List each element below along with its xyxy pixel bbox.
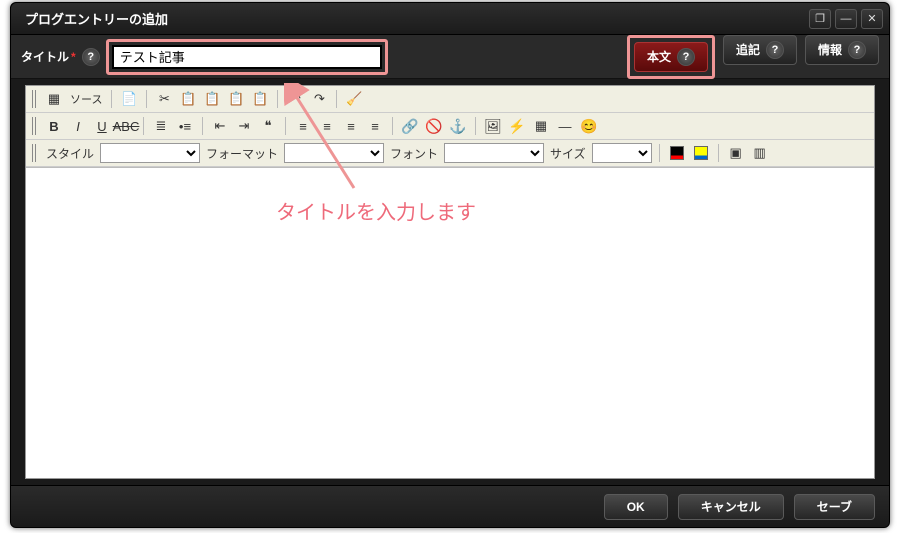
separator xyxy=(143,117,144,135)
ok-button[interactable]: OK xyxy=(604,494,668,520)
link-icon[interactable]: 🔗 xyxy=(400,116,420,136)
toolbar-grip xyxy=(32,144,38,162)
separator xyxy=(659,144,660,162)
help-icon[interactable]: ? xyxy=(766,41,784,59)
size-label: サイズ xyxy=(548,145,588,162)
italic-icon[interactable]: I xyxy=(68,116,88,136)
toolbar-row-3: スタイル フォーマット フォント サイズ ▣ ▥ xyxy=(26,140,874,167)
align-justify-icon[interactable]: ≡ xyxy=(365,116,385,136)
separator xyxy=(202,117,203,135)
title-label: タイトル * xyxy=(21,48,76,65)
close-button[interactable]: ✕ xyxy=(861,9,883,29)
style-select[interactable] xyxy=(100,143,200,163)
size-select[interactable] xyxy=(592,143,652,163)
outdent-icon[interactable]: ⇤ xyxy=(210,116,230,136)
format-label: フォーマット xyxy=(204,145,280,162)
help-icon[interactable]: ? xyxy=(677,48,695,66)
title-input[interactable] xyxy=(112,45,382,69)
separator xyxy=(475,117,476,135)
tab-note-label: 追記 xyxy=(736,41,760,58)
format-select[interactable] xyxy=(284,143,384,163)
tab-body[interactable]: 本文 ? xyxy=(634,42,708,72)
indent-icon[interactable]: ⇥ xyxy=(234,116,254,136)
form-row: タイトル * ? 本文 ? 追記 ? 情報 ? xyxy=(11,35,889,79)
richtext-editor: ▦ ソース 📄 ✂ 📋 📋 📋 📋 ↶ ↷ 🧹 B I U ABC ≣ •≡ xyxy=(25,85,875,479)
underline-icon[interactable]: U xyxy=(92,116,112,136)
dialog-footer: OK キャンセル セーブ xyxy=(11,485,889,527)
tab-body-highlight: 本文 ? xyxy=(627,35,715,79)
paste-icon[interactable]: 📋 xyxy=(202,89,222,109)
source-icon[interactable]: ▦ xyxy=(44,89,64,109)
tabbar: 本文 ? 追記 ? 情報 ? xyxy=(627,35,879,79)
tab-info[interactable]: 情報 ? xyxy=(805,35,879,65)
bold-icon[interactable]: B xyxy=(44,116,64,136)
toolbar-grip xyxy=(32,90,38,108)
strike-icon[interactable]: ABC xyxy=(116,116,136,136)
separator xyxy=(111,90,112,108)
style-label: スタイル xyxy=(44,145,96,162)
image-icon[interactable]: 🖼 xyxy=(483,116,503,136)
anchor-icon[interactable]: ⚓ xyxy=(448,116,468,136)
paste-text-icon[interactable]: 📋 xyxy=(226,89,246,109)
tab-note[interactable]: 追記 ? xyxy=(723,35,797,65)
font-select[interactable] xyxy=(444,143,544,163)
tab-body-label: 本文 xyxy=(647,48,671,65)
newpage-icon[interactable]: 📄 xyxy=(119,89,139,109)
cut-icon[interactable]: ✂ xyxy=(154,89,174,109)
ordered-list-icon[interactable]: ≣ xyxy=(151,116,171,136)
align-left-icon[interactable]: ≡ xyxy=(293,116,313,136)
align-center-icon[interactable]: ≡ xyxy=(317,116,337,136)
removeformat-icon[interactable]: 🧹 xyxy=(344,89,364,109)
tab-info-label: 情報 xyxy=(818,41,842,58)
paste-word-icon[interactable]: 📋 xyxy=(250,89,270,109)
flash-icon[interactable]: ⚡ xyxy=(507,116,527,136)
maximize-button[interactable]: ❐ xyxy=(809,9,831,29)
smiley-icon[interactable]: 😊 xyxy=(579,116,599,136)
cancel-button[interactable]: キャンセル xyxy=(678,494,784,520)
required-mark: * xyxy=(71,50,76,64)
copy-icon[interactable]: 📋 xyxy=(178,89,198,109)
toolbar-row-2: B I U ABC ≣ •≡ ⇤ ⇥ ❝ ≡ ≡ ≡ ≡ 🔗 🚫 ⚓ 🖼 ⚡ ▦… xyxy=(26,113,874,140)
minimize-button[interactable]: — xyxy=(835,9,857,29)
toolbar-row-1: ▦ ソース 📄 ✂ 📋 📋 📋 📋 ↶ ↷ 🧹 xyxy=(26,86,874,113)
separator xyxy=(277,90,278,108)
blockquote-icon[interactable]: ❝ xyxy=(258,116,278,136)
align-right-icon[interactable]: ≡ xyxy=(341,116,361,136)
table-icon[interactable]: ▦ xyxy=(531,116,551,136)
source-label: ソース xyxy=(68,91,104,107)
separator xyxy=(285,117,286,135)
separator xyxy=(146,90,147,108)
title-input-highlight xyxy=(106,39,388,75)
unlink-icon[interactable]: 🚫 xyxy=(424,116,444,136)
help-icon[interactable]: ? xyxy=(848,41,866,59)
separator xyxy=(718,144,719,162)
save-button[interactable]: セーブ xyxy=(794,494,875,520)
titlebar: プログエントリーの追加 ❐ — ✕ xyxy=(11,3,889,35)
dialog-window: プログエントリーの追加 ❐ — ✕ タイトル * ? 本文 ? 追記 ? xyxy=(10,2,890,528)
editor-body[interactable]: タイトルを入力します xyxy=(26,167,874,478)
maximize-editor-icon[interactable]: ▣ xyxy=(726,143,746,163)
bgcolor-icon[interactable] xyxy=(691,143,711,163)
title-label-text: タイトル xyxy=(21,48,69,65)
separator xyxy=(392,117,393,135)
annotation-text: タイトルを入力します xyxy=(276,196,476,225)
showblocks-icon[interactable]: ▥ xyxy=(750,143,770,163)
undo-icon[interactable]: ↶ xyxy=(285,89,305,109)
font-label: フォント xyxy=(388,145,440,162)
help-icon[interactable]: ? xyxy=(82,48,100,66)
hr-icon[interactable]: — xyxy=(555,116,575,136)
dialog-title: プログエントリーの追加 xyxy=(25,9,805,28)
unordered-list-icon[interactable]: •≡ xyxy=(175,116,195,136)
separator xyxy=(336,90,337,108)
toolbar-grip xyxy=(32,117,38,135)
redo-icon[interactable]: ↷ xyxy=(309,89,329,109)
textcolor-icon[interactable] xyxy=(667,143,687,163)
